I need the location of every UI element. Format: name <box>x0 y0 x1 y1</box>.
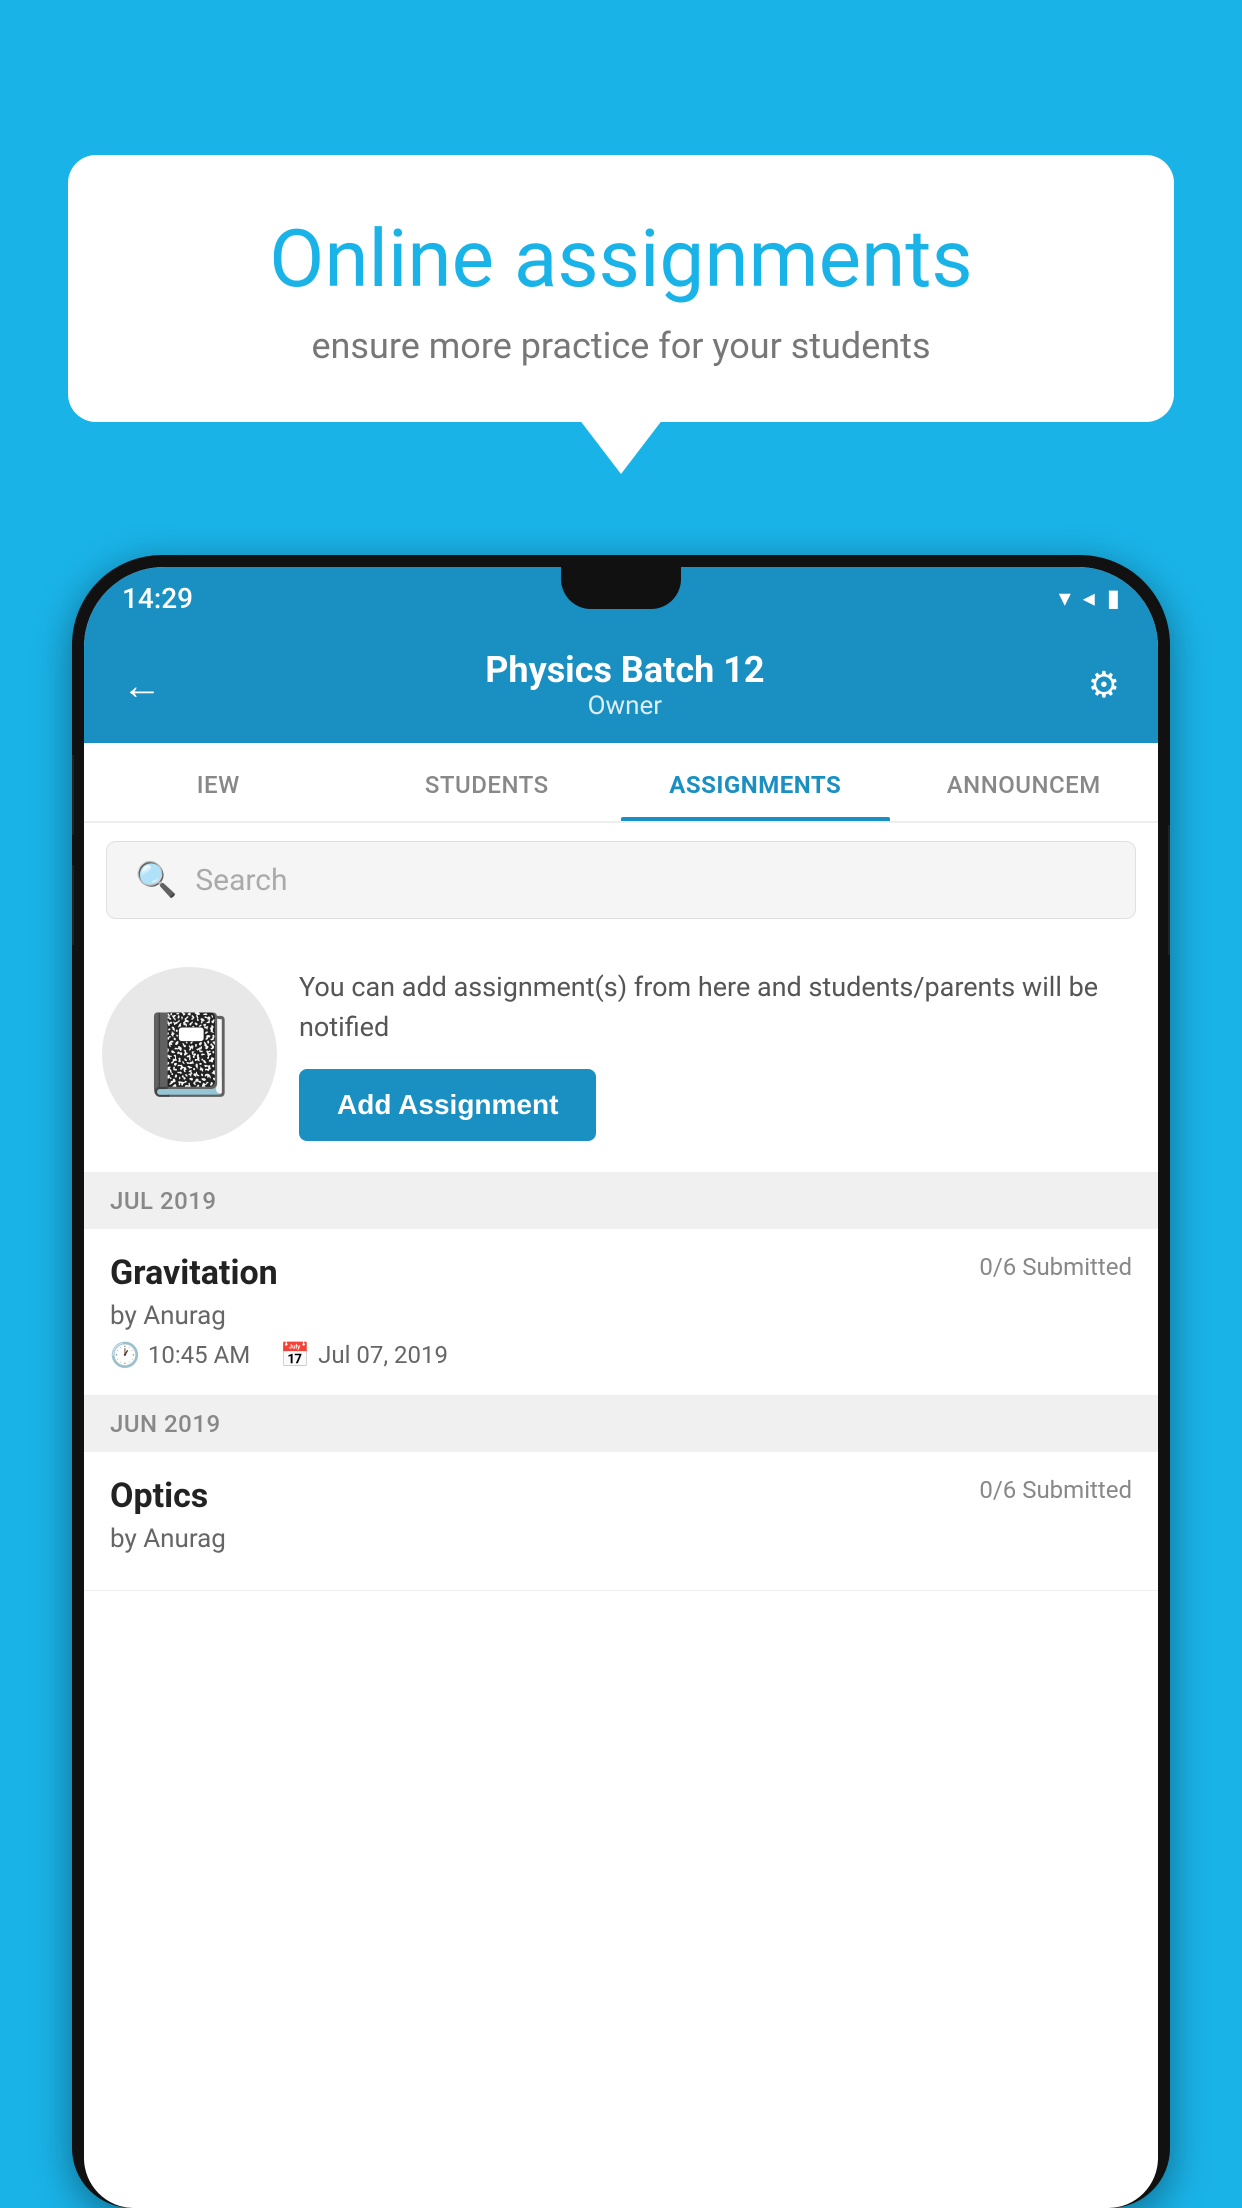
header-subtitle: Owner <box>162 691 1088 721</box>
power-button <box>1168 825 1170 955</box>
battery-icon: ▮ <box>1107 584 1120 612</box>
calendar-icon: 📅 <box>280 1341 310 1369</box>
assignment-item-gravitation[interactable]: Gravitation 0/6 Submitted by Anurag 🕐 10… <box>84 1229 1158 1396</box>
assignment-date: Jul 07, 2019 <box>318 1341 448 1369</box>
volume-button-down <box>72 865 74 945</box>
wifi-icon: ▾ <box>1059 584 1071 612</box>
optics-submitted: 0/6 Submitted <box>979 1476 1132 1504</box>
promo-section: 📓 You can add assignment(s) from here an… <box>84 937 1158 1173</box>
speech-bubble: Online assignments ensure more practice … <box>68 155 1174 422</box>
optics-title: Optics <box>110 1476 208 1516</box>
assignment-by: by Anurag <box>110 1301 1132 1331</box>
notch <box>561 567 681 609</box>
search-container: 🔍 Search <box>84 823 1158 937</box>
status-icons: ▾ ◂ ▮ <box>1059 584 1120 612</box>
assignment-time: 10:45 AM <box>148 1341 250 1369</box>
tab-announcements[interactable]: ANNOUNCEM <box>890 743 1159 821</box>
status-bar: 14:29 ▾ ◂ ▮ <box>84 567 1158 629</box>
promo-icon-circle: 📓 <box>102 967 277 1142</box>
assignment-submitted: 0/6 Submitted <box>979 1253 1132 1281</box>
search-bar[interactable]: 🔍 Search <box>106 841 1136 919</box>
meta-date: 📅 Jul 07, 2019 <box>280 1341 448 1369</box>
phone-frame: 14:29 ▾ ◂ ▮ ← Physics Batch 12 Owner ⚙ I… <box>72 555 1170 2208</box>
meta-time: 🕐 10:45 AM <box>110 1341 250 1369</box>
month-separator-jun: JUN 2019 <box>84 1396 1158 1452</box>
bubble-subtitle: ensure more practice for your students <box>138 325 1104 367</box>
assignment-item-optics[interactable]: Optics 0/6 Submitted by Anurag <box>84 1452 1158 1591</box>
clock-icon: 🕐 <box>110 1341 140 1369</box>
search-placeholder: Search <box>195 863 287 898</box>
assignment-header: Gravitation 0/6 Submitted <box>110 1253 1132 1293</box>
search-icon: 🔍 <box>135 860 177 900</box>
notebook-icon: 📓 <box>140 1008 240 1102</box>
header-center: Physics Batch 12 Owner <box>162 649 1088 721</box>
speech-bubble-container: Online assignments ensure more practice … <box>68 155 1174 422</box>
optics-by: by Anurag <box>110 1524 1132 1554</box>
volume-button-up <box>72 755 74 835</box>
header-title: Physics Batch 12 <box>162 649 1088 691</box>
signal-icon: ◂ <box>1083 584 1095 612</box>
add-assignment-button[interactable]: Add Assignment <box>299 1069 596 1141</box>
promo-content: You can add assignment(s) from here and … <box>299 968 1136 1140</box>
bubble-title: Online assignments <box>138 215 1104 303</box>
assignment-meta: 🕐 10:45 AM 📅 Jul 07, 2019 <box>110 1341 1132 1369</box>
promo-text: You can add assignment(s) from here and … <box>299 968 1136 1046</box>
assignment-header-optics: Optics 0/6 Submitted <box>110 1476 1132 1516</box>
assignment-title: Gravitation <box>110 1253 278 1293</box>
phone-screen: 14:29 ▾ ◂ ▮ ← Physics Batch 12 Owner ⚙ I… <box>84 567 1158 2208</box>
settings-icon[interactable]: ⚙ <box>1088 664 1120 706</box>
app-header: ← Physics Batch 12 Owner ⚙ <box>84 629 1158 743</box>
status-time: 14:29 <box>122 582 193 615</box>
month-separator-jul: JUL 2019 <box>84 1173 1158 1229</box>
tab-assignments[interactable]: ASSIGNMENTS <box>621 743 890 821</box>
tab-students[interactable]: STUDENTS <box>353 743 622 821</box>
tab-bar: IEW STUDENTS ASSIGNMENTS ANNOUNCEM <box>84 743 1158 823</box>
tab-overview[interactable]: IEW <box>84 743 353 821</box>
back-button[interactable]: ← <box>122 662 162 709</box>
